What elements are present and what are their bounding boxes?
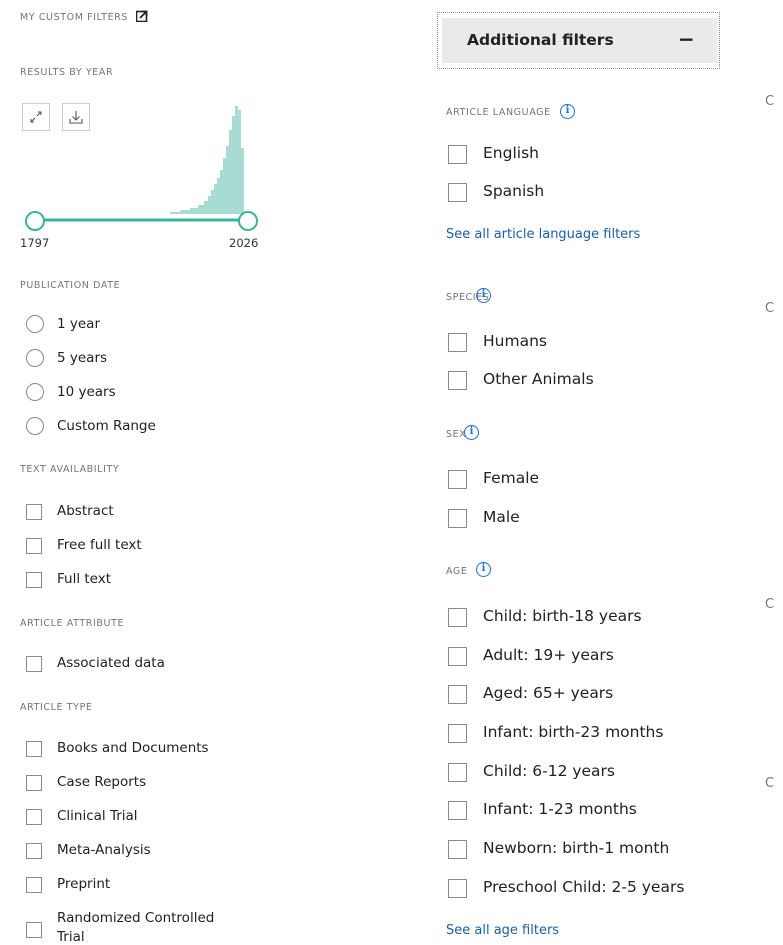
- publication-date-option-label[interactable]: 5 years: [57, 350, 107, 366]
- my-custom-filters-label: MY CUSTOM FILTERS: [20, 12, 129, 23]
- checkbox-clinical-trial[interactable]: [26, 809, 42, 825]
- timeline-start-handle[interactable]: [25, 211, 45, 231]
- checkbox-abstract[interactable]: [26, 504, 42, 520]
- article-attribute-heading: ARTICLE ATTRIBUTE: [20, 618, 125, 629]
- checkbox-age[interactable]: [448, 685, 467, 704]
- info-icon[interactable]: i: [464, 425, 479, 440]
- clipped-result-glyph: C: [765, 776, 775, 791]
- checkbox-spanish[interactable]: [448, 183, 467, 202]
- checkbox-label[interactable]: Aged: 65+ years: [483, 684, 613, 702]
- clipped-result-glyph: C: [765, 597, 775, 612]
- info-icon[interactable]: i: [560, 104, 575, 119]
- histogram-bars: [170, 106, 244, 214]
- checkbox-label[interactable]: Meta-Analysis: [57, 842, 151, 858]
- checkbox-humans[interactable]: [448, 333, 467, 352]
- checkbox-full-text[interactable]: [26, 572, 42, 588]
- checkbox-age[interactable]: [448, 879, 467, 898]
- checkbox-label[interactable]: Newborn: birth-1 month: [483, 839, 669, 857]
- checkbox-label-continued[interactable]: Trial: [57, 929, 85, 945]
- checkbox-age[interactable]: [448, 647, 467, 666]
- radio-button[interactable]: [26, 417, 44, 435]
- radio-button[interactable]: [26, 383, 44, 401]
- see-all-language-filters-link[interactable]: See all article language filters: [446, 227, 640, 242]
- checkbox-label[interactable]: Abstract: [57, 503, 114, 519]
- checkbox-label[interactable]: Randomized Controlled: [57, 910, 214, 926]
- radio-button[interactable]: [26, 315, 44, 333]
- external-link-icon: [135, 10, 148, 23]
- timeline-end-handle[interactable]: [238, 211, 258, 231]
- timeline-end-year: 2026: [229, 236, 259, 250]
- checkbox-label[interactable]: English: [483, 144, 539, 162]
- checkbox-age[interactable]: [448, 608, 467, 627]
- checkbox-label[interactable]: Child: birth-18 years: [483, 607, 642, 625]
- my-custom-filters-link[interactable]: MY CUSTOM FILTERS: [20, 10, 148, 23]
- timeline-start-year: 1797: [20, 236, 50, 250]
- article-language-heading: ARTICLE LANGUAGE: [446, 107, 551, 118]
- publication-date-option-label[interactable]: 10 years: [57, 384, 116, 400]
- checkbox-meta-analysis[interactable]: [26, 843, 42, 859]
- checkbox-label[interactable]: Books and Documents: [57, 740, 209, 756]
- checkbox-label[interactable]: Spanish: [483, 182, 544, 200]
- publication-date-heading: PUBLICATION DATE: [20, 280, 121, 291]
- clipped-result-glyph: C: [765, 301, 775, 316]
- publication-date-option-label[interactable]: Custom Range: [57, 418, 156, 434]
- checkbox-label[interactable]: Case Reports: [57, 774, 146, 790]
- checkbox-label[interactable]: Adult: 19+ years: [483, 646, 614, 664]
- checkbox-label[interactable]: Preschool Child: 2-5 years: [483, 878, 684, 896]
- publication-date-option-label[interactable]: 1 year: [57, 316, 100, 332]
- checkbox-other-animals[interactable]: [448, 371, 467, 390]
- checkbox-books-and-documents[interactable]: [26, 741, 42, 757]
- info-icon[interactable]: i: [476, 288, 491, 303]
- checkbox-label[interactable]: Full text: [57, 571, 111, 587]
- age-heading: AGE: [446, 566, 468, 577]
- checkbox-label[interactable]: Free full text: [57, 537, 142, 553]
- checkbox-associated-data[interactable]: [26, 656, 42, 672]
- clipped-result-glyph: C: [765, 94, 775, 109]
- checkbox-label[interactable]: Female: [483, 469, 539, 487]
- checkbox-english[interactable]: [448, 145, 467, 164]
- checkbox-label[interactable]: Preprint: [57, 876, 110, 892]
- checkbox-free-full-text[interactable]: [26, 538, 42, 554]
- results-by-year-histogram: [36, 106, 249, 222]
- additional-filters-button[interactable]: Additional filters −: [442, 18, 717, 63]
- additional-filters-label: Additional filters: [467, 31, 614, 49]
- checkbox-male[interactable]: [448, 509, 467, 528]
- checkbox-female[interactable]: [448, 470, 467, 489]
- checkbox-label[interactable]: Associated data: [57, 655, 165, 671]
- text-availability-heading: TEXT AVAILABILITY: [20, 464, 120, 475]
- checkbox-randomized-controlled-trial[interactable]: [26, 922, 42, 938]
- checkbox-label[interactable]: Clinical Trial: [57, 808, 138, 824]
- checkbox-age[interactable]: [448, 763, 467, 782]
- checkbox-age[interactable]: [448, 801, 467, 820]
- checkbox-case-reports[interactable]: [26, 775, 42, 791]
- checkbox-label[interactable]: Infant: birth-23 months: [483, 723, 663, 741]
- checkbox-label[interactable]: Male: [483, 508, 520, 526]
- results-by-year-heading: RESULTS BY YEAR: [20, 67, 114, 78]
- info-icon[interactable]: i: [476, 562, 491, 577]
- see-all-age-filters-link[interactable]: See all age filters: [446, 923, 559, 938]
- checkbox-age[interactable]: [448, 840, 467, 859]
- checkbox-label[interactable]: Other Animals: [483, 370, 594, 388]
- article-type-heading: ARTICLE TYPE: [20, 702, 93, 713]
- collapse-minus-icon: −: [678, 27, 695, 51]
- checkbox-label[interactable]: Child: 6-12 years: [483, 762, 615, 780]
- checkbox-preprint[interactable]: [26, 877, 42, 893]
- radio-button[interactable]: [26, 349, 44, 367]
- checkbox-age[interactable]: [448, 724, 467, 743]
- checkbox-label[interactable]: Infant: 1-23 months: [483, 800, 637, 818]
- checkbox-label[interactable]: Humans: [483, 332, 547, 350]
